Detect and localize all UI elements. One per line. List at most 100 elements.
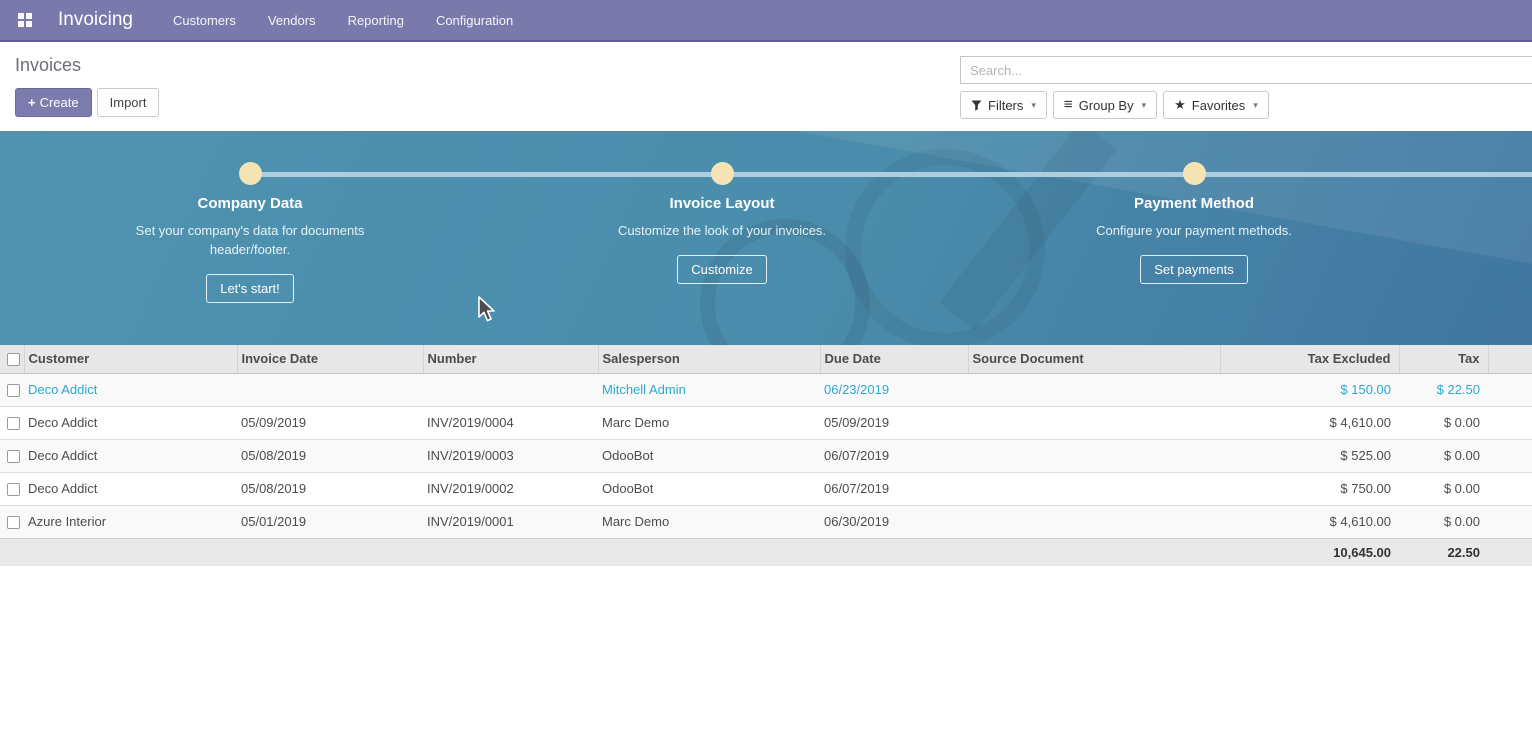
cell-salesperson: Marc Demo [598,505,820,538]
cell-customer: Deco Addict [24,406,237,439]
plus-icon: + [28,95,36,110]
cell-customer: Azure Interior [24,505,237,538]
row-checkbox[interactable] [7,450,20,463]
step-title: Invoice Layout [572,195,872,212]
col-header-salesperson[interactable]: Salesperson [598,345,820,373]
cell-tax: $ 0.00 [1399,439,1488,472]
chevron-down-icon: ▾ [1253,100,1258,111]
cell-invoice-date: 05/08/2019 [237,472,423,505]
cell-due-date: 06/23/2019 [820,373,968,406]
step-title: Payment Method [1044,195,1344,212]
cell-tax: $ 22.50 [1399,373,1488,406]
total-tax: 22.50 [1399,538,1488,566]
star-icon: ★ [1174,97,1186,113]
cell-customer: Deco Addict [24,472,237,505]
cell-tax: $ 0.00 [1399,472,1488,505]
cell-tax-excluded: $ 150.00 [1220,373,1399,406]
col-header-number[interactable]: Number [423,345,598,373]
control-panel: Invoices +Create Import Filters ▾ ≡ Grou… [0,42,1532,131]
col-header-due-date[interactable]: Due Date [820,345,968,373]
cell-invoice-date: 05/09/2019 [237,406,423,439]
cell-salesperson: Mitchell Admin [598,373,820,406]
favorites-button[interactable]: ★ Favorites ▾ [1163,91,1269,119]
cell-number: INV/2019/0003 [423,439,598,472]
cell-number: INV/2019/0004 [423,406,598,439]
table-row[interactable]: Deco Addict 05/09/2019 INV/2019/0004 Mar… [0,406,1532,439]
group-by-icon: ≡ [1064,100,1073,110]
table-row[interactable]: Azure Interior 05/01/2019 INV/2019/0001 … [0,505,1532,538]
group-by-button[interactable]: ≡ Group By ▾ [1053,91,1157,119]
table-header-row: Customer Invoice Date Number Salesperson… [0,345,1532,373]
top-navbar: Invoicing Customers Vendors Reporting Co… [0,0,1532,42]
cell-salesperson: OdooBot [598,472,820,505]
step-title: Company Data [100,195,400,212]
cell-tax: $ 0.00 [1399,505,1488,538]
row-checkbox[interactable] [7,384,20,397]
onboarding-step-payment-method: Payment Method Configure your payment me… [1044,195,1344,284]
cell-tax-excluded: $ 525.00 [1220,439,1399,472]
cell-salesperson: Marc Demo [598,406,820,439]
cell-due-date: 06/30/2019 [820,505,968,538]
col-header-source-document[interactable]: Source Document [968,345,1220,373]
step-description: Customize the look of your invoices. [607,221,837,240]
cell-source-document [968,406,1220,439]
step-dot-company-data [239,162,262,185]
cell-source-document [968,373,1220,406]
navbar-menu: Customers Vendors Reporting Configuratio… [161,7,525,34]
set-payments-button[interactable]: Set payments [1140,255,1248,284]
onboarding-step-invoice-layout: Invoice Layout Customize the look of you… [572,195,872,284]
cell-tax-excluded: $ 750.00 [1220,472,1399,505]
app-title[interactable]: Invoicing [58,9,133,31]
table-footer-row: 10,645.00 22.50 [0,538,1532,566]
cell-source-document [968,472,1220,505]
create-button[interactable]: +Create [15,88,92,117]
table-row[interactable]: Deco Addict 05/08/2019 INV/2019/0002 Odo… [0,472,1532,505]
cell-number: INV/2019/0002 [423,472,598,505]
menu-vendors[interactable]: Vendors [256,7,328,34]
select-all-checkbox[interactable] [7,353,20,366]
cell-customer: Deco Addict [24,373,237,406]
col-header-customer[interactable]: Customer [24,345,237,373]
step-description: Configure your payment methods. [1079,221,1309,240]
cell-invoice-date: 05/08/2019 [237,439,423,472]
cell-number: INV/2019/0001 [423,505,598,538]
menu-customers[interactable]: Customers [161,7,248,34]
step-dot-payment-method [1183,162,1206,185]
filters-button[interactable]: Filters ▾ [960,91,1047,119]
step-dot-invoice-layout [711,162,734,185]
chevron-down-icon: ▾ [1031,100,1036,111]
search-input[interactable] [960,56,1532,84]
cell-tax-excluded: $ 4,610.00 [1220,505,1399,538]
invoice-list-table: Customer Invoice Date Number Salesperson… [0,345,1532,566]
lets-start-button[interactable]: Let's start! [206,274,294,303]
onboarding-progress-line [250,172,1532,177]
cell-due-date: 06/07/2019 [820,439,968,472]
filter-funnel-icon [971,100,982,111]
col-header-invoice-date[interactable]: Invoice Date [237,345,423,373]
customize-button[interactable]: Customize [677,255,766,284]
chevron-down-icon: ▾ [1142,100,1147,111]
table-row[interactable]: Deco Addict 05/08/2019 INV/2019/0003 Odo… [0,439,1532,472]
cell-number [423,373,598,406]
cell-tax: $ 0.00 [1399,406,1488,439]
import-button[interactable]: Import [97,88,160,117]
menu-reporting[interactable]: Reporting [336,7,416,34]
apps-grid-icon[interactable] [12,7,38,33]
total-tax-excluded: 10,645.00 [1220,538,1399,566]
onboarding-banner: Company Data Set your company's data for… [0,131,1532,345]
row-checkbox[interactable] [7,417,20,430]
cell-invoice-date [237,373,423,406]
cell-due-date: 06/07/2019 [820,472,968,505]
menu-configuration[interactable]: Configuration [424,7,525,34]
row-checkbox[interactable] [7,483,20,496]
cell-tax-excluded: $ 4,610.00 [1220,406,1399,439]
step-description: Set your company's data for documents he… [135,221,365,259]
col-header-tax[interactable]: Tax [1399,345,1488,373]
col-header-tax-excluded[interactable]: Tax Excluded [1220,345,1399,373]
cell-salesperson: OdooBot [598,439,820,472]
cell-source-document [968,505,1220,538]
row-checkbox[interactable] [7,516,20,529]
cell-source-document [968,439,1220,472]
cell-customer: Deco Addict [24,439,237,472]
table-row[interactable]: Deco Addict Mitchell Admin 06/23/2019 $ … [0,373,1532,406]
